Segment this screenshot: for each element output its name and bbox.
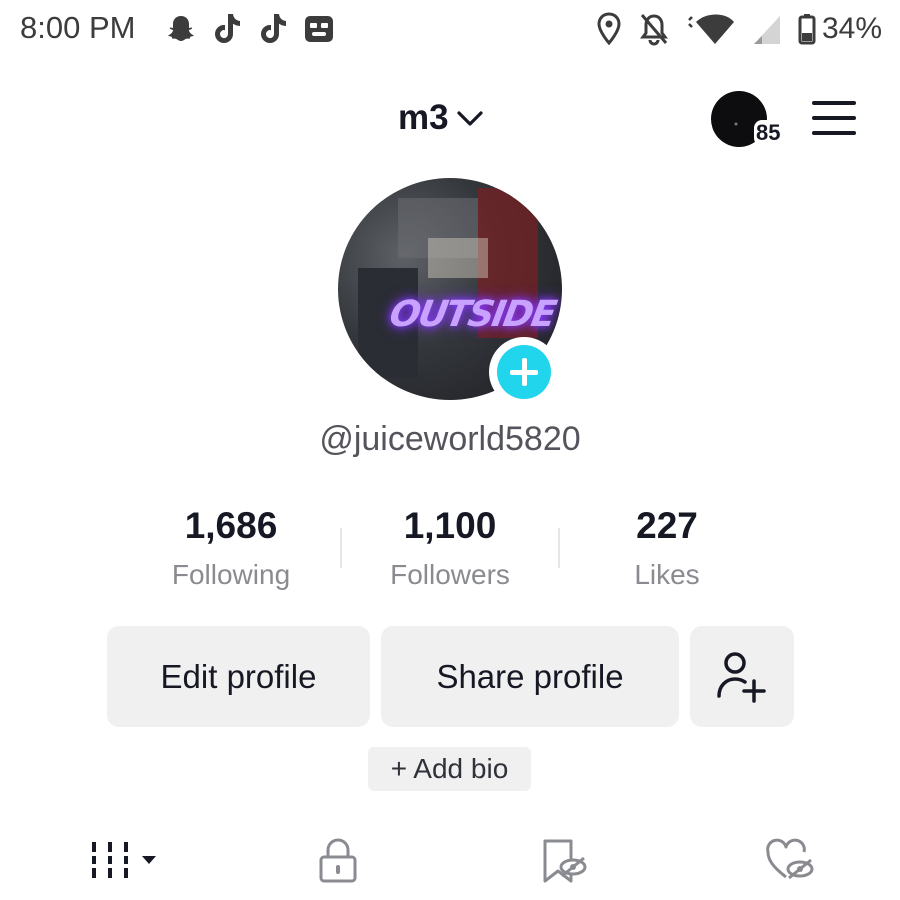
- edit-profile-button[interactable]: Edit profile: [107, 626, 370, 727]
- battery-icon: [798, 14, 816, 45]
- profile-username: m3: [398, 98, 449, 137]
- heart-hidden-icon: [766, 838, 814, 880]
- tab-liked[interactable]: [760, 835, 820, 885]
- stat-label: Followers: [390, 559, 510, 590]
- wifi-icon: [688, 14, 734, 44]
- stat-followers[interactable]: 1,100 Followers: [350, 505, 550, 591]
- stat-value: 227: [636, 505, 698, 546]
- battery: 34%: [798, 12, 882, 46]
- add-friends-button[interactable]: [690, 626, 794, 727]
- lock-icon: [319, 838, 357, 883]
- add-bio-label: + Add bio: [390, 753, 509, 784]
- notification-icons: [165, 12, 335, 46]
- status-bar: 8:00 PM 34%: [0, 0, 900, 60]
- menu-button[interactable]: [810, 100, 858, 136]
- bot-app-icon: [305, 16, 333, 42]
- stat-label: Likes: [634, 559, 700, 590]
- activity-count-badge: 85: [754, 120, 783, 146]
- hamburger-menu-icon: [812, 101, 856, 135]
- plus-icon: [497, 345, 551, 399]
- signal-icon: [753, 16, 780, 44]
- bookmark-hidden-icon: [543, 839, 587, 883]
- avatar-image-text: OUTSIDE: [386, 294, 558, 335]
- profile-handle: @juiceworld5820: [319, 420, 581, 458]
- battery-percent: 34%: [821, 12, 882, 45]
- tab-favorites[interactable]: [534, 835, 594, 885]
- add-avatar-button[interactable]: [489, 337, 559, 407]
- notifications-off-icon: [639, 14, 668, 46]
- avatar-image-part: [428, 238, 488, 278]
- grid-icon: [92, 842, 156, 878]
- tab-videos[interactable]: [80, 835, 160, 885]
- add-bio-button[interactable]: + Add bio: [368, 747, 531, 791]
- chevron-down-icon: [456, 111, 483, 126]
- tiktok-icon: [261, 14, 286, 43]
- stat-value: 1,686: [184, 505, 278, 546]
- status-time: 8:00 PM: [20, 10, 136, 45]
- stat-divider: [558, 528, 560, 568]
- snapchat-icon: [168, 16, 194, 41]
- stat-divider: [340, 528, 342, 568]
- share-profile-button[interactable]: Share profile: [381, 626, 679, 727]
- account-switcher[interactable]: m3: [398, 98, 485, 138]
- system-status-icons: 34%: [596, 10, 882, 48]
- location-icon: [597, 12, 621, 46]
- tab-private[interactable]: [310, 835, 366, 885]
- stat-likes[interactable]: 227 Likes: [567, 505, 767, 591]
- stat-value: 1,100: [403, 505, 497, 546]
- tiktok-icon: [215, 14, 240, 43]
- add-user-icon: [717, 651, 766, 703]
- stat-following[interactable]: 1,686 Following: [131, 505, 331, 591]
- stat-label: Following: [171, 559, 291, 590]
- activity-button[interactable]: 85: [710, 90, 790, 150]
